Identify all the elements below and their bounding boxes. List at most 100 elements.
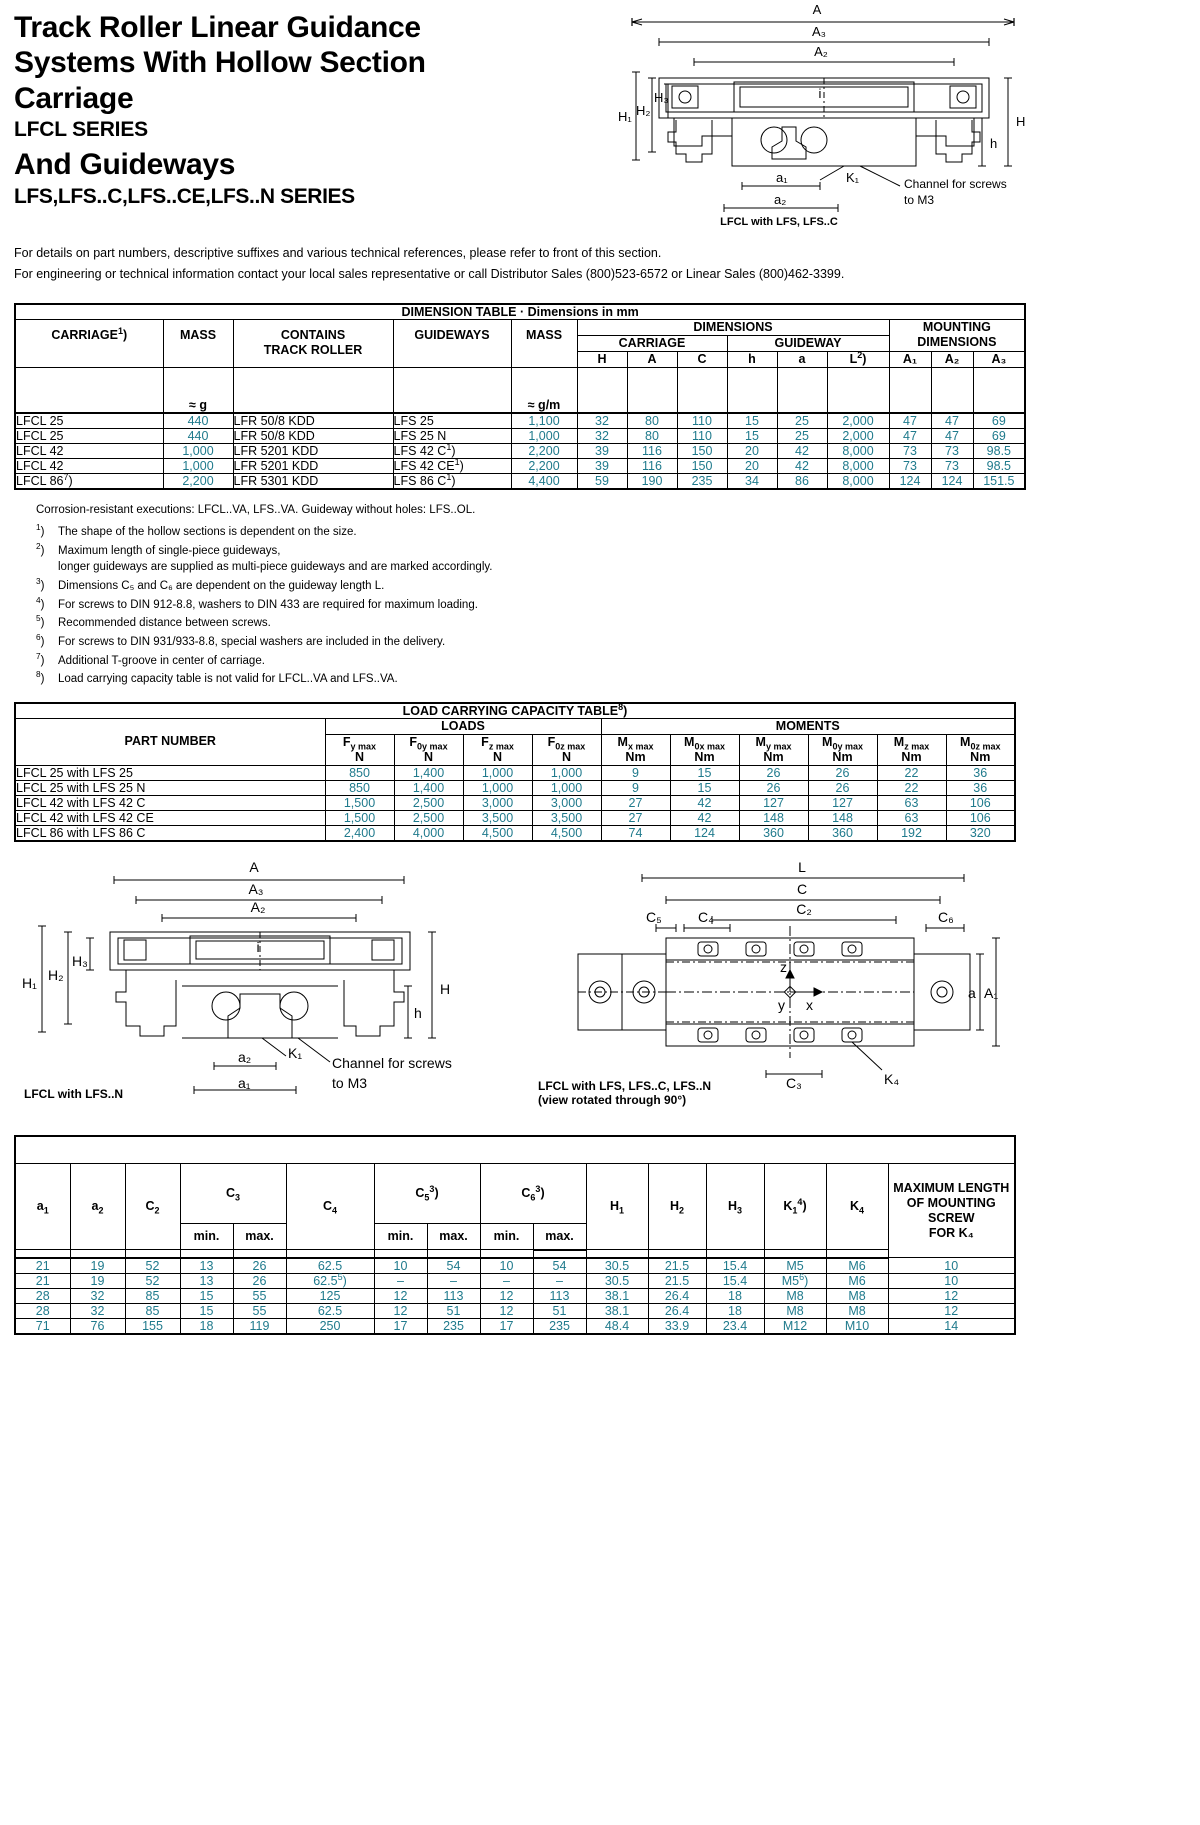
col-header-A2: A₂	[930, 350, 974, 368]
bcol-C3-min: min.	[179, 1223, 234, 1251]
col-header-C: C	[676, 350, 728, 368]
cell-C4: 62.5	[285, 1302, 375, 1319]
cell-A2: 47	[930, 412, 974, 430]
cell-C6max: 235	[532, 1317, 587, 1335]
cell-h: 34	[726, 473, 778, 491]
load-capacity-table: LOAD CARRYING CAPACITY TABLE8) PART NUMB…	[14, 702, 1016, 842]
cell-load-value: 63	[876, 794, 947, 811]
footnote-item: 3) Dimensions C₅ and C₆ are dependent on …	[36, 577, 1186, 595]
cell-load-value: 27	[600, 794, 671, 811]
cell-a1: 21	[14, 1257, 71, 1274]
cell-maxlen: 12	[887, 1287, 1016, 1304]
unit-spacer-A1	[888, 366, 932, 415]
bspacer-H2	[647, 1249, 707, 1259]
dimension-table-row: LFCL 867) 2,200 LFR 5301 KDD LFS 86 C1) 4,40…	[14, 473, 1027, 491]
footnote-text: Maximum length of single-piece guideways…	[58, 544, 493, 574]
svg-text:z: z	[780, 959, 787, 975]
cell-load-value: 320	[945, 824, 1016, 842]
cell-mass-gm: 2,200	[510, 443, 578, 460]
channel-annotation-line-1: Channel for screws	[904, 177, 1007, 191]
cell-H3: 15.4	[705, 1257, 765, 1274]
group-header-dim-carriage: CARRIAGE	[576, 334, 728, 352]
bcol-H1: H1	[585, 1163, 649, 1251]
cell-C3max: 119	[232, 1317, 287, 1335]
unit-mass-carriage: ≈ g	[162, 366, 234, 415]
cell-part-number: LFCL 25 with LFS 25 N	[14, 779, 326, 796]
mounting-table-row: 71 76 155 18 119 250 17 235 17 235 48.4 33.9 23.4 M12…	[14, 1317, 1016, 1335]
svg-text:x: x	[806, 997, 813, 1013]
col-header-mass-carriage: MASS	[162, 318, 234, 368]
cell-C: 150	[676, 458, 728, 475]
cell-load-value: 1,000	[531, 779, 602, 796]
cell-H3: 15.4	[705, 1272, 765, 1289]
bspacer-C6max	[532, 1249, 587, 1259]
cell-K1: M56)	[763, 1272, 827, 1289]
cell-load-value: 3,500	[531, 809, 602, 826]
cell-C: 110	[676, 412, 728, 430]
cell-A1: 73	[888, 443, 932, 460]
label-A3: A₃	[812, 24, 826, 39]
col-header-part-number: PART NUMBER	[14, 717, 326, 766]
cell-h: 15	[726, 412, 778, 430]
load-col-header-Fzmax: Fz max N	[462, 733, 533, 766]
cell-A: 80	[626, 428, 678, 445]
cell-C3min: 18	[179, 1317, 234, 1335]
footnote-marker: 6)	[36, 633, 45, 648]
page-header: Track Roller Linear Guidance Systems Wit…	[14, 0, 1186, 240]
group-header-loads: LOADS	[324, 717, 602, 735]
bspacer-C3max	[232, 1249, 287, 1259]
unit-spacer-A	[626, 366, 678, 415]
cell-load-value: 148	[807, 809, 878, 826]
cell-load-value: 26	[738, 779, 809, 796]
footnote-text: For screws to DIN 931/933-8.8, special w…	[58, 635, 446, 648]
figR-caption-line-1: LFCL with LFS, LFS..C, LFS..N	[538, 1079, 711, 1093]
cell-C4: 250	[285, 1317, 375, 1335]
cell-mass: 1,000	[162, 458, 234, 475]
cell-C5max: 51	[426, 1302, 481, 1319]
figL-caption: LFCL with LFS..N	[24, 1087, 123, 1101]
mounting-table-row: 21 19 52 13 26 62.5 10 54 10 54 30.5 21.5 15.4 M5 M6 10	[14, 1257, 1016, 1274]
cell-load-value: 1,000	[462, 779, 533, 796]
page-title-line-2: Systems With Hollow Section	[14, 46, 426, 80]
cell-H1: 38.1	[585, 1287, 649, 1304]
bcol-C4: C4	[285, 1163, 375, 1251]
cell-C5max: 235	[426, 1317, 481, 1335]
bcol-C5-min: min.	[373, 1223, 428, 1251]
bcol-C2: C2	[124, 1163, 181, 1251]
label-h: h	[990, 136, 997, 151]
cell-C6min: 17	[479, 1317, 534, 1335]
footnote-marker: 4)	[36, 595, 45, 611]
svg-text:H₃: H₃	[72, 953, 88, 969]
cell-C5min: –	[373, 1272, 428, 1289]
cell-guideway: LFS 86 C1)	[392, 473, 512, 491]
cell-carriage: LFCL 42	[14, 458, 164, 475]
title-block: Track Roller Linear Guidance Systems Wit…	[14, 10, 634, 210]
label-a2: a₂	[774, 192, 786, 207]
cell-maxlen: 10	[887, 1272, 1016, 1289]
unit-spacer-h	[726, 366, 778, 415]
bspacer-K4	[825, 1249, 889, 1259]
cell-a1: 28	[14, 1302, 71, 1319]
bcol-C6: C63)	[479, 1163, 587, 1225]
svg-text:C₄: C₄	[698, 909, 714, 925]
svg-text:a: a	[968, 985, 976, 1001]
cell-H1: 30.5	[585, 1257, 649, 1274]
cell-load-value: 360	[807, 824, 878, 842]
cell-carriage: LFCL 25	[14, 428, 164, 445]
cell-H2: 21.5	[647, 1272, 707, 1289]
svg-text:C₂: C₂	[796, 901, 812, 917]
cell-C5min: 10	[373, 1257, 428, 1274]
cell-maxlen: 12	[887, 1302, 1016, 1319]
cell-load-value: 1,500	[324, 794, 395, 811]
datasheet-page: Track Roller Linear Guidance Systems Wit…	[0, 0, 1200, 1825]
cell-H3: 18	[705, 1287, 765, 1304]
cell-A2: 47	[930, 428, 974, 445]
load-col-header-M0xmax: M0x max Nm	[669, 733, 740, 766]
cell-carriage: LFCL 42	[14, 443, 164, 460]
cell-maxlen: 14	[887, 1317, 1016, 1335]
label-K1: K₁	[846, 170, 860, 185]
unit-spacer-H	[576, 366, 628, 415]
cell-load-value: 42	[669, 809, 740, 826]
cell-A1: 73	[888, 458, 932, 475]
group-header-dimensions: DIMENSIONS	[576, 318, 890, 336]
